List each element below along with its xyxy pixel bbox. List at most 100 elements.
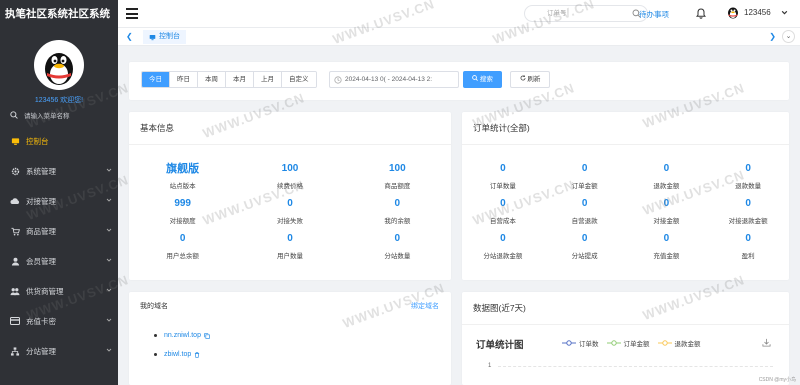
stat-value: 0 xyxy=(287,233,293,244)
stat-label: 用户数量 xyxy=(276,253,303,260)
stat-label: 分站提成 xyxy=(571,253,598,260)
stat-value: 0 xyxy=(394,233,401,244)
sidebar-item-label: 分站管理 xyxy=(26,346,56,356)
menu-search[interactable]: 请输入菜单名称 xyxy=(0,108,118,122)
avatar-section: 123456 欢迎您! xyxy=(0,28,118,105)
legend-label: 订单金额 xyxy=(623,341,650,348)
date-range-input[interactable]: 2024-04-13 0( - 2024-04-13 2: xyxy=(329,71,459,88)
sidebar-item-substations[interactable]: 分站管理 xyxy=(0,336,118,366)
stat-self-refund: 0 自营退款 xyxy=(544,197,626,225)
legend-marker-icon xyxy=(562,340,576,346)
avatar[interactable] xyxy=(34,40,84,90)
stat-label: 对接金额 xyxy=(653,218,680,225)
monitor-icon xyxy=(10,136,20,146)
tab-dashboard[interactable]: 控制台 xyxy=(143,30,186,44)
my-domains-header: 我的域名 绑定域名 xyxy=(129,292,451,322)
legend-item-order-amount[interactable]: 订单金额 xyxy=(606,338,650,348)
sidebar-item-members[interactable]: 会员管理 xyxy=(0,246,118,276)
copy-icon[interactable] xyxy=(204,332,210,339)
stat-docking-quota: 999 对接额度 xyxy=(129,197,236,225)
legend-marker-icon xyxy=(657,340,672,346)
stat-self-cost: 0 自营成本 xyxy=(462,197,544,225)
sidebar-item-docking[interactable]: 对接管理 xyxy=(0,186,118,216)
refresh-button[interactable]: 刷新 xyxy=(510,71,550,88)
user-menu[interactable]: 123456 xyxy=(726,5,788,19)
menu-toggle-icon[interactable] xyxy=(126,8,138,19)
period-this-month-button[interactable]: 本月 xyxy=(226,72,254,87)
stat-value: 0 xyxy=(500,198,506,209)
stat-label: 退款数量 xyxy=(735,183,762,190)
stat-value: 100 xyxy=(388,163,406,174)
stat-value: 旗舰版 xyxy=(166,163,200,175)
list-item[interactable]: zbiwl.top xyxy=(154,345,451,364)
period-last-month-button[interactable]: 上月 xyxy=(254,72,282,87)
users-icon xyxy=(10,286,20,296)
stat-user-total-balance: 0 用户总余额 xyxy=(129,232,236,260)
stat-docking-refund-amount: 0 对接退款金额 xyxy=(707,197,789,225)
tab-label: 控制台 xyxy=(159,33,180,40)
bell-icon[interactable] xyxy=(696,8,706,19)
stat-value: 0 xyxy=(287,198,293,209)
sidebar-item-label: 充值卡密 xyxy=(26,316,56,326)
stat-label: 分站退款金额 xyxy=(483,253,523,260)
order-search-placeholder: 订单号 xyxy=(547,10,567,17)
chevron-down-icon xyxy=(106,228,112,232)
gear-icon xyxy=(10,166,20,176)
search-button[interactable]: 搜索 xyxy=(463,71,502,88)
order-search-input[interactable]: 订单号 xyxy=(524,5,648,22)
sidebar-item-dashboard[interactable]: 控制台 xyxy=(0,126,118,156)
sidebar-menu: 控制台 系统管理 对接管理 商品管理 会员管理 供货商管理 充值卡密 分站管理 xyxy=(0,126,118,366)
tab-options-icon[interactable]: ⌄ xyxy=(782,30,795,43)
sidebar: 执笔社区系统社区系统 123456 欢迎您! 请输入菜单名称 控制台 系统管理 … xyxy=(0,0,118,385)
order-stats-title: 订单统计(全部) xyxy=(462,112,789,145)
tab-scroll-left-icon[interactable]: ❮ xyxy=(126,32,133,41)
stat-recharge-amount: 0 充值金额 xyxy=(626,232,708,260)
stat-product-quota: 100 商品额度 xyxy=(344,162,451,190)
legend-item-orders[interactable]: 订单数 xyxy=(562,338,599,348)
stat-value: 999 xyxy=(174,198,191,209)
period-custom-button[interactable]: 自定义 xyxy=(282,72,316,87)
pending-tasks-link[interactable]: 待办事项 xyxy=(639,9,669,20)
basic-info-title: 基本信息 xyxy=(129,112,451,145)
stat-label: 盈利 xyxy=(741,253,755,260)
period-today-button[interactable]: 今日 xyxy=(142,72,170,87)
sidebar-item-label: 对接管理 xyxy=(26,196,56,206)
sidebar-item-recharge-cards[interactable]: 充值卡密 xyxy=(0,306,118,336)
stat-value: 0 xyxy=(581,198,588,209)
cart-icon xyxy=(10,226,20,236)
data-chart-section-title: 数据图(近7天) xyxy=(462,292,789,325)
stat-value: 0 xyxy=(581,163,588,174)
stat-substation-refund: 0 分站退款金额 xyxy=(462,232,544,260)
stat-value: 100 xyxy=(281,163,299,174)
chart-title: 订单统计图 xyxy=(476,340,524,351)
download-icon[interactable] xyxy=(762,338,771,347)
stat-site-version: 旗舰版 站点版本 xyxy=(129,162,236,190)
trash-icon[interactable] xyxy=(194,351,200,358)
user-name: 123456 xyxy=(744,7,771,17)
period-this-week-button[interactable]: 本周 xyxy=(198,72,226,87)
stat-value: 0 xyxy=(394,198,401,209)
stat-my-balance: 0 我的余额 xyxy=(344,197,451,225)
domain-link[interactable]: zbiwl.top xyxy=(164,351,191,358)
order-stats-card: 订单统计(全部) 0 订单数量 0 订单金额 0 退款金额 0 退款数量 0 自营成本 0… xyxy=(462,112,789,280)
domain-link[interactable]: nn.zniwl.top xyxy=(164,332,201,339)
search-icon xyxy=(472,75,478,81)
user-avatar-icon xyxy=(728,7,738,19)
period-yesterday-button[interactable]: 昨日 xyxy=(170,72,198,87)
stat-label: 订单数量 xyxy=(489,183,516,190)
stat-substation-commission: 0 分站提成 xyxy=(544,232,626,260)
sidebar-item-suppliers[interactable]: 供货商管理 xyxy=(0,276,118,306)
stat-label: 自营退款 xyxy=(571,218,598,225)
sidebar-item-system[interactable]: 系统管理 xyxy=(0,156,118,186)
chevron-down-icon xyxy=(106,198,112,202)
stat-value: 0 xyxy=(663,163,670,174)
bind-domain-link[interactable]: 绑定域名 xyxy=(411,292,439,322)
user-icon xyxy=(10,256,20,266)
sidebar-item-products[interactable]: 商品管理 xyxy=(0,216,118,246)
stat-label: 站点版本 xyxy=(169,183,196,190)
sidebar-item-label: 供货商管理 xyxy=(26,286,64,296)
tab-scroll-right-icon[interactable]: ❯ xyxy=(769,32,776,41)
stat-label: 对接退款金额 xyxy=(728,218,768,225)
list-item[interactable]: nn.zniwl.top xyxy=(154,326,451,345)
legend-item-refund-amount[interactable]: 退款金额 xyxy=(657,338,701,348)
